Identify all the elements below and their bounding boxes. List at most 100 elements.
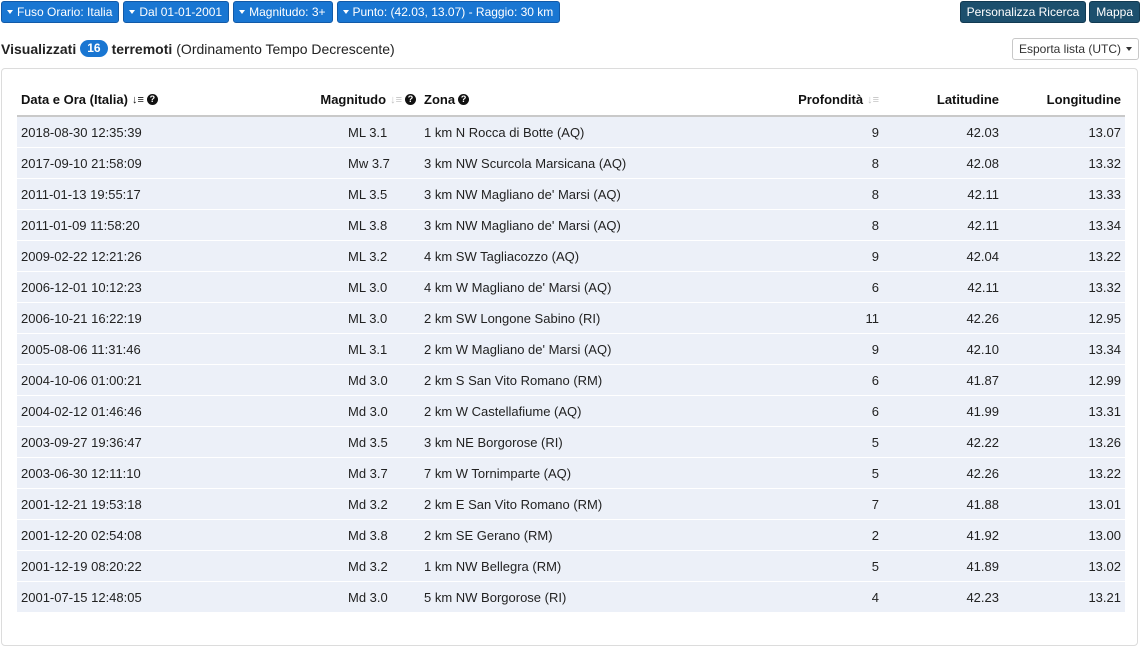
timezone-filter-button[interactable]: Fuso Orario: Italia <box>1 1 120 23</box>
cell-latitude: 41.89 <box>883 550 1003 582</box>
table-row[interactable]: 2006-12-01 10:12:23 ML 3.0 4 km W Magliano… <box>17 271 1125 303</box>
cell-longitude: 13.22 <box>1003 240 1125 272</box>
col-header-date[interactable]: Data e Ora (Italia) ↓≡? <box>17 84 250 117</box>
cell-latitude: 41.88 <box>883 488 1003 520</box>
cell-depth: 5 <box>750 550 883 582</box>
cell-date: 2001-07-15 12:48:05 <box>17 581 250 612</box>
cell-longitude: 13.34 <box>1003 209 1125 241</box>
col-header-magnitude[interactable]: Magnitudo ↓≡? <box>250 84 420 117</box>
cell-date: 2018-08-30 12:35:39 <box>17 116 250 148</box>
export-list-button[interactable]: Esporta lista (UTC) <box>1011 38 1139 60</box>
cell-zone: 3 km NW Magliano de' Marsi (AQ) <box>420 209 750 241</box>
col-header-latitude: Latitudine <box>883 84 1003 117</box>
caret-down-icon <box>342 10 349 14</box>
cell-magnitude: ML 3.0 <box>250 271 420 303</box>
cell-magnitude: Md 3.0 <box>250 364 420 396</box>
table-row[interactable]: 2011-01-13 19:55:17 ML 3.5 3 km NW Maglian… <box>17 178 1125 210</box>
table-row[interactable]: 2006-10-21 16:22:19 ML 3.0 2 km SW Longone… <box>17 302 1125 334</box>
sort-desc-icon[interactable]: ↓≡ <box>132 94 144 106</box>
cell-zone: 1 km N Rocca di Botte (AQ) <box>420 116 750 148</box>
cell-date: 2011-01-09 11:58:20 <box>17 209 250 241</box>
sort-order-text: (Ordinamento Tempo Decrescente) <box>176 40 395 57</box>
table-row[interactable]: 2001-12-20 02:54:08 Md 3.8 2 km SE Gerano … <box>17 519 1125 551</box>
header-label: Longitudine <box>1046 92 1121 107</box>
cell-date: 2003-06-30 12:11:10 <box>17 457 250 489</box>
table-row[interactable]: 2011-01-09 11:58:20 ML 3.8 3 km NW Maglian… <box>17 209 1125 241</box>
cell-zone: 3 km NW Scurcola Marsicana (AQ) <box>420 147 750 179</box>
filter-label: Dal 01-01-2001 <box>139 5 223 19</box>
cell-longitude: 13.26 <box>1003 426 1125 458</box>
cell-depth: 7 <box>750 488 883 520</box>
cell-zone: 7 km W Tornimparte (AQ) <box>420 457 750 489</box>
table-row[interactable]: 2003-09-27 19:36:47 Md 3.5 3 km NE Borgoro… <box>17 426 1125 458</box>
cell-date: 2005-08-06 11:31:46 <box>17 333 250 365</box>
cell-depth: 6 <box>750 395 883 427</box>
table-row[interactable]: 2003-06-30 12:11:10 Md 3.7 7 km W Tornimpa… <box>17 457 1125 489</box>
cell-magnitude: ML 3.5 <box>250 178 420 210</box>
cell-longitude: 13.31 <box>1003 395 1125 427</box>
cell-latitude: 41.87 <box>883 364 1003 396</box>
cell-date: 2001-12-21 19:53:18 <box>17 488 250 520</box>
sort-icon[interactable]: ↓≡ <box>390 94 402 106</box>
date-filter-button[interactable]: Dal 01-01-2001 <box>123 1 230 23</box>
cell-magnitude: Md 3.2 <box>250 488 420 520</box>
cell-latitude: 42.11 <box>883 178 1003 210</box>
filter-label: Magnitudo: 3+ <box>249 5 326 19</box>
col-header-depth[interactable]: Profondità ↓≡ <box>750 84 883 117</box>
earthquake-table: Data e Ora (Italia) ↓≡? Magnitudo ↓≡? Zona… <box>17 84 1125 612</box>
summary-prefix: Visualizzati <box>1 40 77 57</box>
help-icon[interactable]: ? <box>405 94 416 105</box>
cell-magnitude: Md 3.8 <box>250 519 420 551</box>
table-row[interactable]: 2001-12-21 19:53:18 Md 3.2 2 km E San Vito… <box>17 488 1125 520</box>
count-badge: 16 <box>80 40 108 57</box>
table-row[interactable]: 2001-12-19 08:20:22 Md 3.2 1 km NW Bellegr… <box>17 550 1125 582</box>
cell-longitude: 13.07 <box>1003 116 1125 148</box>
cell-latitude: 41.99 <box>883 395 1003 427</box>
header-label: Data e Ora (Italia) <box>21 92 128 107</box>
customize-search-button[interactable]: Personalizza Ricerca <box>959 1 1087 23</box>
table-row[interactable]: 2017-09-10 21:58:09 Mw 3.7 3 km NW Scurcol… <box>17 147 1125 179</box>
map-button[interactable]: Mappa <box>1089 1 1140 23</box>
cell-longitude: 13.34 <box>1003 333 1125 365</box>
table-row[interactable]: 2004-10-06 01:00:21 Md 3.0 2 km S San Vito… <box>17 364 1125 396</box>
cell-depth: 11 <box>750 302 883 334</box>
cell-date: 2006-10-21 16:22:19 <box>17 302 250 334</box>
cell-latitude: 42.03 <box>883 116 1003 148</box>
point-filter-button[interactable]: Punto: (42.03, 13.07) - Raggio: 30 km <box>336 1 561 23</box>
magnitude-filter-button[interactable]: Magnitudo: 3+ <box>233 1 333 23</box>
table-row[interactable]: 2004-02-12 01:46:46 Md 3.0 2 km W Castella… <box>17 395 1125 427</box>
cell-longitude: 13.01 <box>1003 488 1125 520</box>
cell-longitude: 12.99 <box>1003 364 1125 396</box>
header-label: Latitudine <box>936 92 999 107</box>
caret-down-icon <box>7 10 13 14</box>
cell-magnitude: Md 3.2 <box>250 550 420 582</box>
help-icon[interactable]: ? <box>458 94 470 105</box>
cell-depth: 4 <box>750 581 883 612</box>
cell-date: 2004-10-06 01:00:21 <box>17 364 250 396</box>
cell-date: 2017-09-10 21:58:09 <box>17 147 250 179</box>
col-header-zone: Zona? <box>420 84 750 117</box>
cell-date: 2003-09-27 19:36:47 <box>17 426 250 458</box>
cell-depth: 2 <box>750 519 883 551</box>
cell-depth: 5 <box>750 457 883 489</box>
help-icon[interactable]: ? <box>146 94 158 105</box>
cell-longitude: 13.00 <box>1003 519 1125 551</box>
cell-depth: 6 <box>750 271 883 303</box>
cell-zone: 2 km SW Longone Sabino (RI) <box>420 302 750 334</box>
cell-longitude: 13.33 <box>1003 178 1125 210</box>
table-row[interactable]: 2009-02-22 12:21:26 ML 3.2 4 km SW Tagliac… <box>17 240 1125 272</box>
cell-latitude: 42.11 <box>883 209 1003 241</box>
table-row[interactable]: 2005-08-06 11:31:46 ML 3.1 2 km W Magliano… <box>17 333 1125 365</box>
cell-depth: 9 <box>750 240 883 272</box>
cell-longitude: 13.32 <box>1003 147 1125 179</box>
cell-date: 2004-02-12 01:46:46 <box>17 395 250 427</box>
table-row[interactable]: 2001-07-15 12:48:05 Md 3.0 5 km NW Borgoro… <box>17 581 1125 612</box>
cell-longitude: 13.32 <box>1003 271 1125 303</box>
cell-latitude: 42.10 <box>883 333 1003 365</box>
cell-zone: 2 km W Magliano de' Marsi (AQ) <box>420 333 750 365</box>
cell-latitude: 42.11 <box>883 271 1003 303</box>
col-header-longitude: Longitudine <box>1003 84 1125 117</box>
cell-latitude: 42.26 <box>883 457 1003 489</box>
table-row[interactable]: 2018-08-30 12:35:39 ML 3.1 1 km N Rocca di… <box>17 116 1125 148</box>
sort-icon[interactable]: ↓≡ <box>867 94 879 106</box>
